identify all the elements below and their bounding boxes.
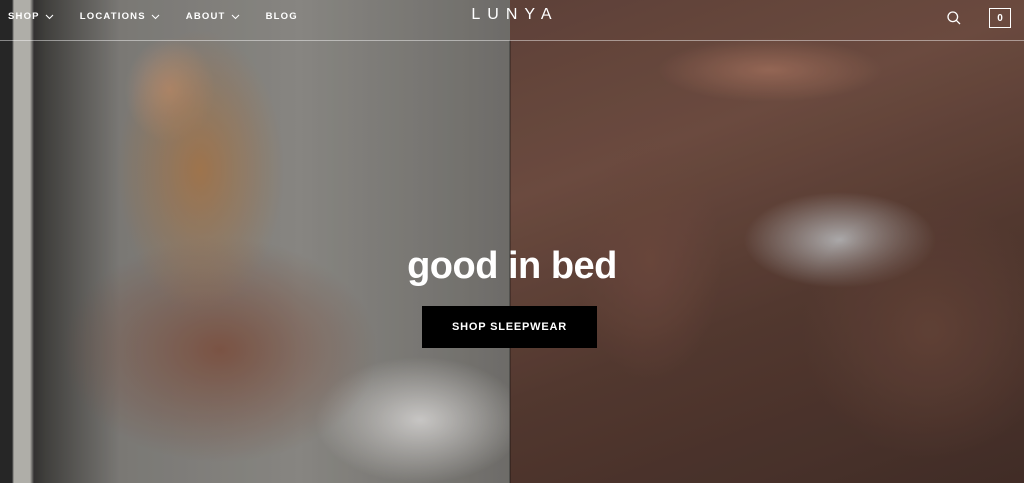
site-header: SHOP LOCATIONS ABOUT BLOG LUNYA 0 xyxy=(0,0,1024,41)
search-icon[interactable] xyxy=(946,10,962,26)
brand-logo[interactable]: LUNYA xyxy=(0,6,1024,24)
hero-headline: good in bed xyxy=(407,245,617,287)
hero-banner[interactable]: good in bed SHOP SLEEPWEAR xyxy=(0,0,1024,483)
cart-count: 0 xyxy=(997,12,1003,24)
shop-sleepwear-button[interactable]: SHOP SLEEPWEAR xyxy=(422,306,597,348)
header-divider xyxy=(0,40,1024,41)
cart-button[interactable]: 0 xyxy=(989,8,1011,28)
